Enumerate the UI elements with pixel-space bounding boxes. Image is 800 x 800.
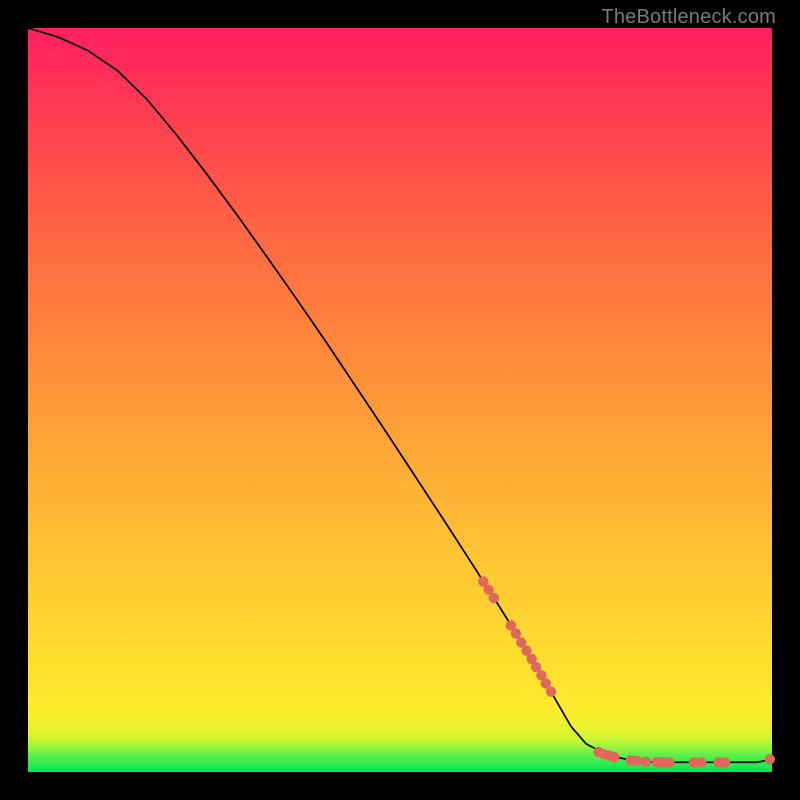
scatter-markers: [478, 576, 775, 767]
scatter-point: [609, 752, 619, 762]
scatter-point: [720, 757, 730, 767]
scatter-point: [696, 757, 706, 767]
scatter-point: [765, 754, 775, 764]
curve-line: [28, 28, 772, 762]
scatter-point: [631, 756, 641, 766]
scatter-point: [640, 756, 650, 766]
scatter-point: [511, 628, 521, 638]
plot-area: [28, 28, 772, 772]
plot-overlay: [28, 28, 772, 772]
chart-stage: TheBottleneck.com: [0, 0, 800, 800]
scatter-point: [546, 686, 556, 696]
scatter-point: [664, 757, 674, 767]
scatter-point: [489, 593, 499, 603]
watermark-label: TheBottleneck.com: [601, 6, 776, 29]
